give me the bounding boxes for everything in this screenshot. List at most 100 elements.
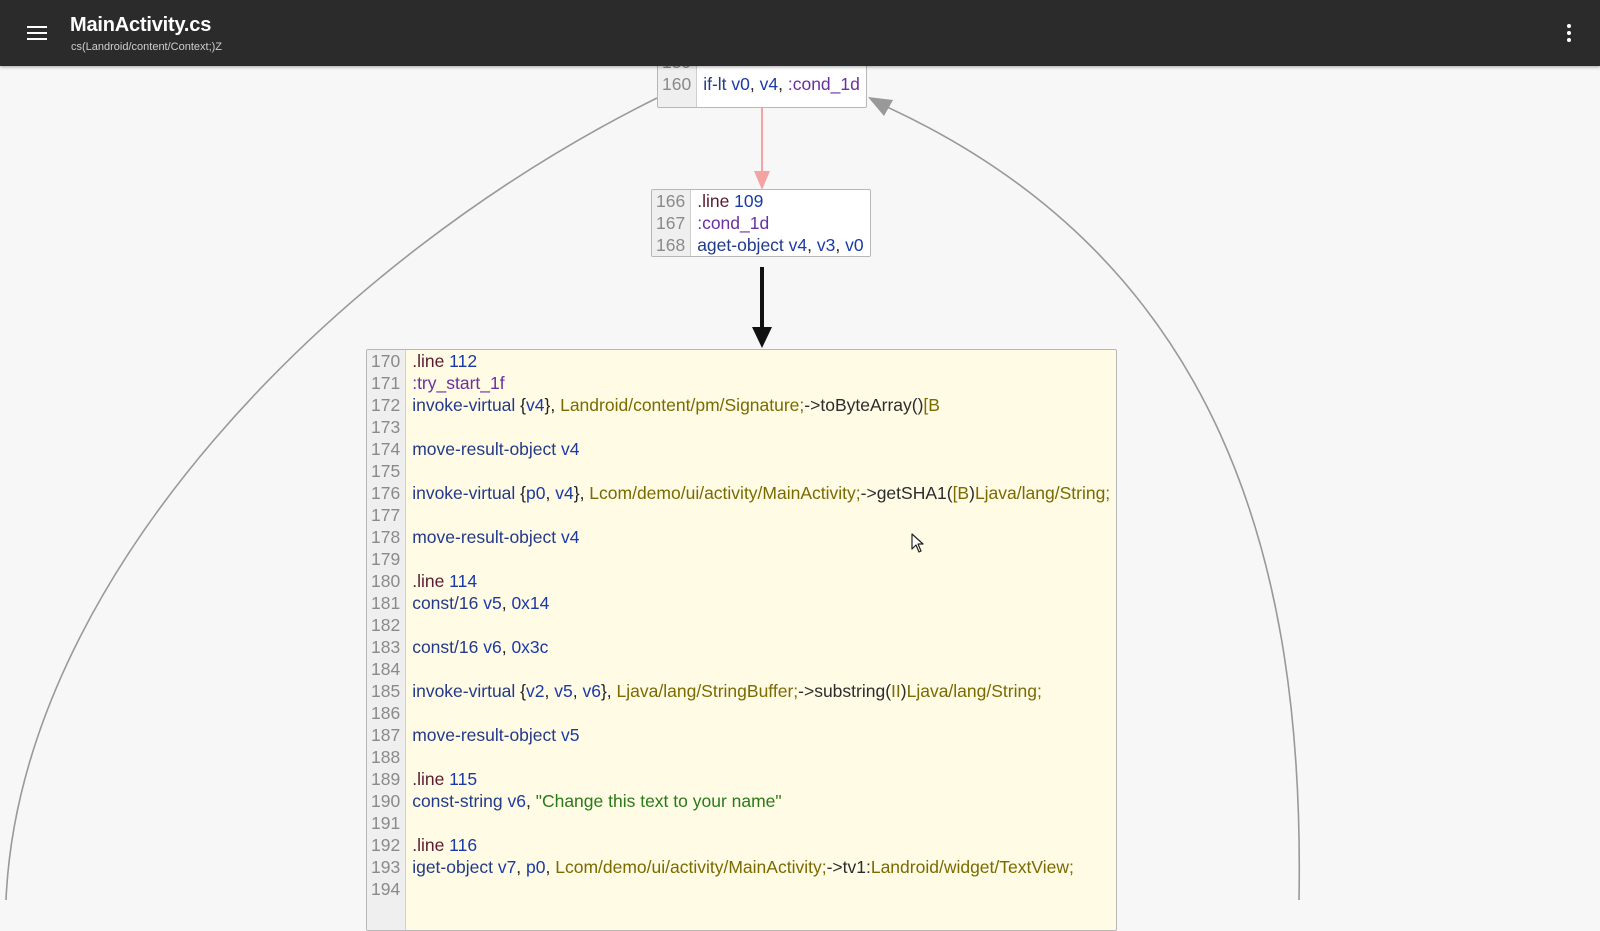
code-token-reg: v4 <box>759 74 779 94</box>
line-number: 185 <box>371 681 401 701</box>
line-number: 192 <box>371 835 401 855</box>
line-number: 190 <box>371 791 401 811</box>
code-line: move-result-object v5 <box>412 724 1110 746</box>
code-token-reg: v5 <box>554 681 573 701</box>
code-token-reg: v6 <box>582 681 601 701</box>
code-line: .line 114 <box>412 570 1110 592</box>
code-token-reg: v5 <box>483 593 502 613</box>
code-token-type: Ljava/lang/String; <box>906 681 1042 701</box>
line-number: 194 <box>371 879 401 899</box>
code-token-reg: v7 <box>497 857 517 877</box>
code-line: .line 116 <box>412 834 1110 856</box>
hamburger-menu-icon[interactable] <box>22 19 52 47</box>
line-number: 187 <box>371 725 401 745</box>
line-number: 191 <box>371 813 401 833</box>
more-vertical-icon[interactable] <box>1558 22 1580 44</box>
line-number: 188 <box>371 747 401 767</box>
code-token-punc: , <box>749 74 760 94</box>
file-title: MainActivity.cs <box>70 14 212 36</box>
code-token-reg: v6 <box>507 791 526 811</box>
code-token-num: 116 <box>449 835 478 855</box>
code-line: aget-object v4, v3, v0 <box>697 234 863 256</box>
code-token-reg: v4 <box>561 439 580 459</box>
edge-false-branch <box>754 106 770 190</box>
line-number-gutter: 170 171 172 173 174 175 176 177 178 179 180 181 182 1… <box>367 350 407 930</box>
line-number: 184 <box>371 659 401 679</box>
code-line: const/16 v5, 0x14 <box>412 592 1110 614</box>
line-number: 175 <box>371 461 401 481</box>
code-line: invoke-virtual {p0, v4}, Lcom/demo/ui/ac… <box>412 482 1110 504</box>
code-token-num: 0x3c <box>511 637 549 657</box>
code-token-reg: p0 <box>526 483 546 503</box>
basic-block-try-start[interactable]: 170 171 172 173 174 175 176 177 178 179 180 181 182 1… <box>366 349 1118 931</box>
code-line: const-string v6, "Change this text to yo… <box>412 790 1110 812</box>
code-token-instr: invoke-virtual <box>412 483 521 503</box>
basic-block-cond-1d[interactable]: 166 167 168 .line 109:cond_1d aget-object v4… <box>651 189 871 257</box>
code-token-type: II <box>891 681 901 701</box>
code-token-num: 109 <box>734 191 764 211</box>
line-number-gutter: 166 167 168 <box>652 190 692 256</box>
code-token-instr: if-lt <box>703 74 732 94</box>
line-number: 176 <box>371 483 401 503</box>
code-token-reg: v0 <box>731 74 750 94</box>
code-token-num: 112 <box>449 351 478 371</box>
code-token-punc: , <box>545 483 556 503</box>
method-signature: cs(Landroid/content/Context;)Z <box>71 41 223 53</box>
code-line: .line 112 <box>412 350 1110 372</box>
code-token-instr: const/16 <box>412 637 484 657</box>
line-number: 189 <box>371 769 401 789</box>
code-line: if-lt v0, v4, :cond_1d <box>703 73 860 95</box>
code-token-type: Lcom/demo/ui/activity/MainActivity; <box>555 857 827 877</box>
smali-code: .line 112:try_start_1f invoke-virtual {v4… <box>406 350 1116 930</box>
code-token-instr: const/16 <box>412 593 484 613</box>
code-token-punc: }, <box>573 483 590 503</box>
code-token-meth: ->substring( <box>798 681 892 701</box>
code-token-instr: move-result-object <box>412 439 562 459</box>
code-token-type: Landroid/widget/TextView; <box>870 857 1074 877</box>
code-token-instr: invoke-virtual <box>412 395 521 415</box>
code-token-instr: invoke-virtual <box>412 681 521 701</box>
mouse-pointer-icon <box>911 533 924 553</box>
code-token-reg: v2 <box>526 681 545 701</box>
code-token-meth: ->tv1: <box>826 857 871 877</box>
line-number: 167 <box>656 213 686 233</box>
app-bar: MainActivity.cs cs(Landroid/content/Cont… <box>0 0 1600 66</box>
code-token-punc: , <box>526 791 536 811</box>
code-token-reg: v5 <box>561 725 580 745</box>
code-token-type: Ljava/lang/StringBuffer; <box>616 681 799 701</box>
line-number: 183 <box>371 637 401 657</box>
line-number: 168 <box>656 235 686 255</box>
code-token-type: Lcom/demo/ui/activity/MainActivity; <box>589 483 861 503</box>
code-token-label: :cond_1d <box>787 74 860 94</box>
code-token-instr: const-string <box>412 791 508 811</box>
line-number: 178 <box>371 527 401 547</box>
code-line: const/16 v6, 0x3c <box>412 636 1110 658</box>
code-token-reg: p0 <box>526 857 546 877</box>
code-token-num: 115 <box>449 769 478 789</box>
code-token-reg: v3 <box>816 235 836 255</box>
line-number: 180 <box>371 571 401 591</box>
code-token-reg: v4 <box>526 395 545 415</box>
code-token-type: Ljava/lang/String; <box>974 483 1111 503</box>
code-token-num: 0x14 <box>511 593 550 613</box>
line-number: 173 <box>371 417 401 437</box>
code-token-dir: .line <box>412 351 450 371</box>
code-token-instr: move-result-object <box>412 527 562 547</box>
code-token-meth: ->toByteArray() <box>804 395 924 415</box>
code-token-punc: , <box>778 74 788 94</box>
code-token-reg: v4 <box>788 235 808 255</box>
line-number: 170 <box>371 351 401 371</box>
code-token-type: [B <box>952 483 970 503</box>
code-token-label: :cond_1d <box>697 213 770 233</box>
code-line: invoke-virtual {v2, v5, v6}, Ljava/lang/… <box>412 680 1110 702</box>
code-token-instr: aget-object <box>697 235 789 255</box>
code-token-reg: v4 <box>555 483 574 503</box>
line-number: 171 <box>371 373 401 393</box>
